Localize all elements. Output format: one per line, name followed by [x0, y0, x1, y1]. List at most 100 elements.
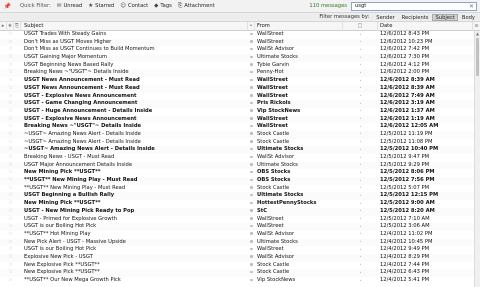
subject-column-header[interactable]: Subject [21, 21, 248, 31]
star-toggle[interactable]: ☆ [7, 108, 14, 116]
filter-body-button[interactable]: Body [459, 14, 478, 21]
star-toggle[interactable]: ☆ [7, 277, 14, 285]
junk-column-header[interactable]: □ [343, 21, 378, 31]
read-toggle[interactable] [248, 208, 255, 216]
message-row[interactable]: ☆ ~USGT~ Amazing News Alert - Details Ins… [0, 139, 474, 147]
quick-filter-search-input[interactable]: usgt ✕ [351, 1, 477, 11]
read-toggle[interactable] [248, 200, 255, 208]
from-column-header[interactable]: From [255, 21, 343, 31]
message-row[interactable]: ☆ **USGT** New Mining Play - Must Read OBS… [0, 177, 474, 185]
attachment-column-header[interactable]: ⎘ [14, 21, 21, 31]
read-toggle[interactable] [248, 169, 255, 177]
read-toggle[interactable] [248, 108, 255, 116]
star-toggle[interactable]: ☆ [7, 262, 14, 270]
message-row[interactable]: ☆ USGT News Announcement - Must Read WallS… [0, 84, 474, 93]
message-row[interactable]: ☆ Breaking News ~"USGT"~ Details Inside Wa… [0, 123, 474, 131]
read-toggle[interactable] [248, 254, 255, 262]
star-toggle[interactable]: ☆ [7, 85, 14, 93]
filter-subject-button[interactable]: Subject [432, 13, 458, 21]
message-row[interactable]: ☆ USGT News Announcement - Must Read WallS… [0, 77, 474, 85]
message-row[interactable]: ☆ ~USGT~ Amazing News Alert - Details Ins… [0, 146, 474, 154]
read-toggle[interactable] [248, 239, 255, 247]
read-toggle[interactable] [248, 62, 255, 70]
star-toggle[interactable]: ☆ [7, 269, 14, 277]
star-toggle[interactable]: ☆ [7, 62, 14, 70]
star-toggle[interactable]: ☆ [7, 162, 14, 170]
filter-sender-button[interactable]: Sender [373, 14, 397, 21]
star-toggle[interactable]: ☆ [7, 39, 14, 47]
read-toggle[interactable] [248, 46, 255, 54]
message-row[interactable]: ☆ Explosive New Pick - USGT WallSt Advisor… [0, 253, 474, 262]
read-toggle[interactable] [248, 262, 255, 270]
message-row[interactable]: ☆ **USGT** Our New Mega Growth Pick Vip St… [0, 277, 474, 285]
message-row[interactable]: ☆ USGT - Primed for Explosive Growth WallS… [0, 216, 474, 224]
star-toggle[interactable]: ☆ [7, 100, 14, 108]
message-row[interactable]: ☆ Don't Miss as USGT Moves Higher WallStre… [0, 38, 474, 47]
star-toggle[interactable]: ☆ [7, 254, 14, 262]
read-toggle[interactable] [248, 177, 255, 185]
message-row[interactable]: ☆ USGT Beginning a Bullish Rally Ultimate … [0, 192, 474, 201]
message-row[interactable]: ☆ **USGT** Hot Mining Play WallSt Advisor •… [0, 231, 474, 239]
star-toggle[interactable]: ☆ [7, 208, 14, 216]
read-toggle[interactable] [248, 162, 255, 170]
read-toggle[interactable] [248, 131, 255, 139]
filter-recipients-button[interactable]: Recipients [399, 14, 432, 21]
message-row[interactable]: ☆ USGT Trades With Steady Gains WallStreet… [0, 31, 474, 39]
star-toggle[interactable]: ☆ [7, 123, 14, 131]
message-row[interactable]: ☆ USGT - Explosive News Announcement WallS… [0, 93, 474, 101]
star-toggle[interactable]: ☆ [7, 231, 14, 239]
contact-filter-button[interactable]: ☺ Contact [120, 3, 148, 9]
star-toggle[interactable]: ☆ [7, 131, 14, 139]
read-toggle[interactable] [248, 93, 255, 101]
star-toggle[interactable]: ☆ [7, 177, 14, 185]
column-picker[interactable]: ≡ [473, 22, 480, 31]
thread-column-header[interactable]: ▸ [0, 21, 7, 31]
read-toggle[interactable] [248, 216, 255, 224]
read-toggle[interactable] [248, 85, 255, 93]
star-toggle[interactable]: ☆ [7, 139, 14, 147]
read-toggle[interactable] [248, 277, 255, 285]
star-toggle[interactable]: ☆ [7, 46, 14, 54]
star-toggle[interactable]: ☆ [7, 154, 14, 162]
star-toggle[interactable]: ☆ [7, 169, 14, 177]
read-toggle[interactable] [248, 154, 255, 162]
message-row[interactable]: ☆ USGT is our Boiling Hot Pick WallStreet •… [0, 246, 474, 254]
unread-filter-button[interactable]: ✉ Unread [57, 3, 82, 9]
message-row[interactable]: ☆ Don't Miss as USGT Continues to Build M… [0, 46, 474, 54]
junk-toggle[interactable]: • [343, 277, 378, 286]
clear-icon[interactable]: ✕ [469, 3, 474, 11]
read-toggle[interactable] [248, 139, 255, 147]
message-row[interactable]: ☆ New Explosive Pick **USGT** Stock Castle… [0, 269, 474, 277]
message-row[interactable]: ☆ New Mining Pick **USGT** HottestPennySto… [0, 200, 474, 208]
read-toggle[interactable] [248, 39, 255, 47]
read-toggle[interactable] [248, 146, 255, 154]
read-toggle[interactable] [248, 223, 255, 231]
star-column-header[interactable]: ★ [7, 21, 14, 31]
star-toggle[interactable]: ☆ [7, 223, 14, 231]
message-row[interactable]: ☆ USGT Beginning News Based Rally Tybie Ga… [0, 62, 474, 70]
star-toggle[interactable]: ☆ [7, 77, 14, 85]
read-toggle[interactable] [248, 116, 255, 124]
message-row[interactable]: ☆ USGT is our Boiling Hot Pick WallStreet •… [0, 223, 474, 231]
read-toggle[interactable] [248, 246, 255, 254]
star-toggle[interactable]: ☆ [7, 93, 14, 101]
tags-filter-button[interactable]: ◆ Tags [154, 3, 172, 9]
star-toggle[interactable]: ☆ [7, 54, 14, 62]
scroll-up-icon[interactable]: ▲ [475, 31, 480, 37]
read-column-header[interactable]: • [248, 21, 255, 31]
read-toggle[interactable] [248, 77, 255, 85]
star-toggle[interactable]: ☆ [7, 192, 14, 200]
message-row[interactable]: ☆ Breaking News ~"USGT"~ Details Inside Pe… [0, 69, 474, 78]
attachment-filter-button[interactable]: ⎘ Attachment [178, 3, 215, 10]
read-toggle[interactable] [248, 269, 255, 277]
message-row[interactable]: ☆ Breaking News - USGT - Must Read WallSt … [0, 154, 474, 162]
read-toggle[interactable] [248, 123, 255, 131]
read-toggle[interactable] [248, 69, 255, 77]
message-list-scrollbar[interactable]: ▲ [474, 31, 480, 287]
message-row[interactable]: ☆ USGT Major Announcement Details Inside U… [0, 161, 474, 170]
message-row[interactable]: ☆ New Mining Pick **USGT** OBS Stocks • 12/5… [0, 169, 474, 177]
message-row[interactable]: ☆ USGT - Game Changing Announcement Pris R… [0, 100, 474, 108]
message-row[interactable]: ☆ USGT Gaining Major Momentum Ultimate Sto… [0, 54, 474, 62]
starred-filter-button[interactable]: ★ Starred [88, 3, 114, 9]
date-column-header[interactable]: Date [378, 21, 473, 31]
